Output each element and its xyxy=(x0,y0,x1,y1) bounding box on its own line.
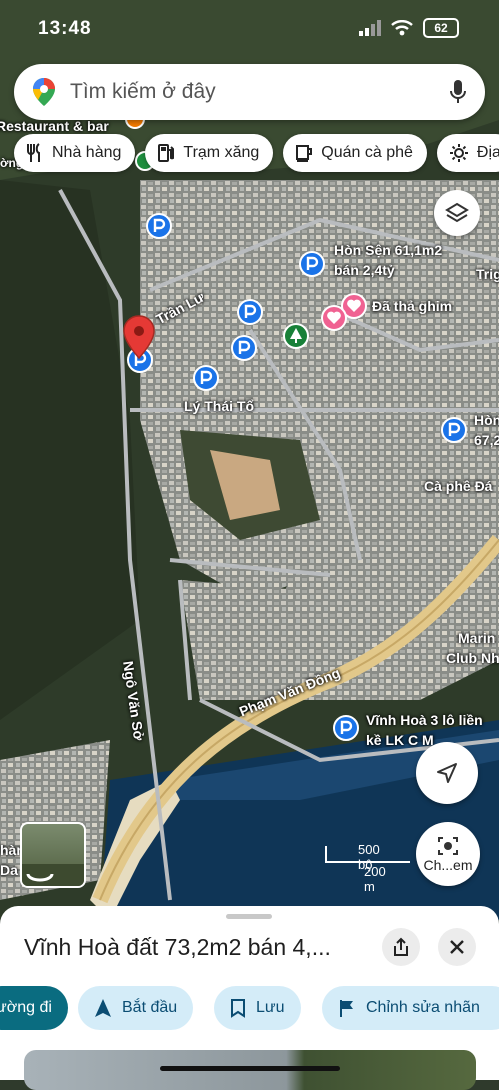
status-bar: 13:48 62 xyxy=(0,14,499,44)
map-label-vinh-hoa-2[interactable]: kề LK C M xyxy=(366,732,434,748)
parking-marker-icon[interactable] xyxy=(236,298,264,326)
camera-scan-icon xyxy=(438,837,458,855)
search-bar[interactable]: Tìm kiếm ở đây xyxy=(14,64,485,120)
chip-restaurants[interactable]: Nhà hàng xyxy=(14,134,136,172)
home-indicator[interactable] xyxy=(160,1066,340,1071)
map-label-marina-1[interactable]: Marin xyxy=(458,630,495,646)
chip-label: Trạm xăng xyxy=(183,144,260,161)
camera-button-label: Ch...em xyxy=(423,857,473,873)
chip-label: Quán cà phê xyxy=(321,144,413,161)
map-label-restaurant[interactable]: Restaurant & bar xyxy=(0,118,109,134)
bookmark-icon xyxy=(231,999,245,1018)
saved-heart-marker-icon[interactable] xyxy=(320,304,348,332)
parking-marker-icon[interactable] xyxy=(298,250,326,278)
save-label: Lưu xyxy=(256,999,285,1016)
edit-label-text: Chỉnh sửa nhãn xyxy=(366,999,480,1016)
start-label: Bắt đầu xyxy=(122,999,178,1016)
my-location-button[interactable] xyxy=(416,742,478,804)
layers-button[interactable] xyxy=(434,190,480,236)
gear-icon xyxy=(449,144,468,162)
close-button[interactable] xyxy=(438,928,476,966)
sheet-grabber[interactable] xyxy=(226,914,272,919)
parking-marker-icon[interactable] xyxy=(230,334,258,362)
gas-pump-icon xyxy=(158,144,175,162)
map-label-saved[interactable]: Đã thả ghim xyxy=(372,298,452,314)
chip-label: Nhà hàng xyxy=(52,144,122,161)
cellular-signal-icon xyxy=(359,20,381,36)
status-time: 13:48 xyxy=(38,18,92,39)
map-label-hon-right-1[interactable]: Hòn xyxy=(474,412,499,428)
map-label-cafe[interactable]: Cà phê Đá xyxy=(424,478,492,494)
search-input[interactable]: Tìm kiếm ở đây xyxy=(70,80,216,104)
chip-more[interactable]: Địa xyxy=(436,134,499,172)
directions-label: ường đi xyxy=(0,999,52,1016)
map-label-hon-sen-2[interactable]: bán 2,4tỷ xyxy=(334,262,395,278)
close-icon xyxy=(450,940,464,954)
flag-icon xyxy=(340,1000,353,1017)
place-actions: ường đi Bắt đầu Lưu Chỉnh sửa nhãn xyxy=(0,986,499,1030)
map-label-hon-sen-1[interactable]: Hòn Sện 61,1m2 xyxy=(334,242,442,258)
street-view-rotate-icon xyxy=(22,864,84,886)
google-maps-logo-icon xyxy=(33,78,55,106)
camera-lens-button[interactable]: Ch...em xyxy=(416,822,480,886)
map-label-hon-right-2[interactable]: 67,2 xyxy=(474,432,499,448)
share-icon xyxy=(394,937,408,956)
save-button[interactable]: Lưu xyxy=(214,986,301,1030)
battery-icon: 62 xyxy=(423,18,459,38)
share-button[interactable] xyxy=(382,928,420,966)
coffee-cup-icon xyxy=(296,145,313,162)
chip-label: Địa xyxy=(476,144,499,161)
parking-marker-icon[interactable] xyxy=(332,714,360,742)
map-label-vinh-hoa-1[interactable]: Vĩnh Hoà 3 lô liền xyxy=(366,712,483,728)
place-title: Vĩnh Hoà đất 73,2m2 bán 4,... xyxy=(24,934,331,960)
place-bottom-sheet[interactable]: Vĩnh Hoà đất 73,2m2 bán 4,... ường đi Bắ… xyxy=(0,906,499,1090)
chip-coffee[interactable]: Quán cà phê xyxy=(283,134,427,172)
edit-label-button[interactable]: Chỉnh sửa nhãn xyxy=(322,986,499,1030)
selected-location-pin-icon[interactable] xyxy=(122,314,156,360)
parking-marker-icon[interactable] xyxy=(440,416,468,444)
directions-button[interactable]: ường đi xyxy=(0,986,68,1030)
street-view-thumbnail[interactable] xyxy=(20,822,86,888)
category-chips: Nhà hàng Trạm xăng Quán cà phê Địa xyxy=(14,134,499,172)
map-label-left-2: Da xyxy=(0,862,18,878)
microphone-icon[interactable] xyxy=(449,79,467,105)
layers-icon xyxy=(445,202,469,223)
map-label-marina-2[interactable]: Club Nh xyxy=(446,650,499,666)
scale-metric: 200 m xyxy=(364,864,386,894)
parking-marker-icon[interactable] xyxy=(192,364,220,392)
road-label-ly-thai-to: Lý Thái Tổ xyxy=(184,398,254,414)
navigation-arrow-icon xyxy=(95,999,111,1017)
scale-bar-icon xyxy=(325,846,410,863)
map-label-trig: Trig xyxy=(476,266,499,282)
parking-marker-icon[interactable] xyxy=(145,212,173,240)
park-tree-marker-icon[interactable] xyxy=(282,322,310,350)
start-button[interactable]: Bắt đầu xyxy=(78,986,194,1030)
fork-knife-icon xyxy=(27,143,40,162)
wifi-icon xyxy=(391,20,413,36)
navigation-arrow-icon xyxy=(437,763,457,783)
chip-gas-stations[interactable]: Trạm xăng xyxy=(145,134,274,172)
